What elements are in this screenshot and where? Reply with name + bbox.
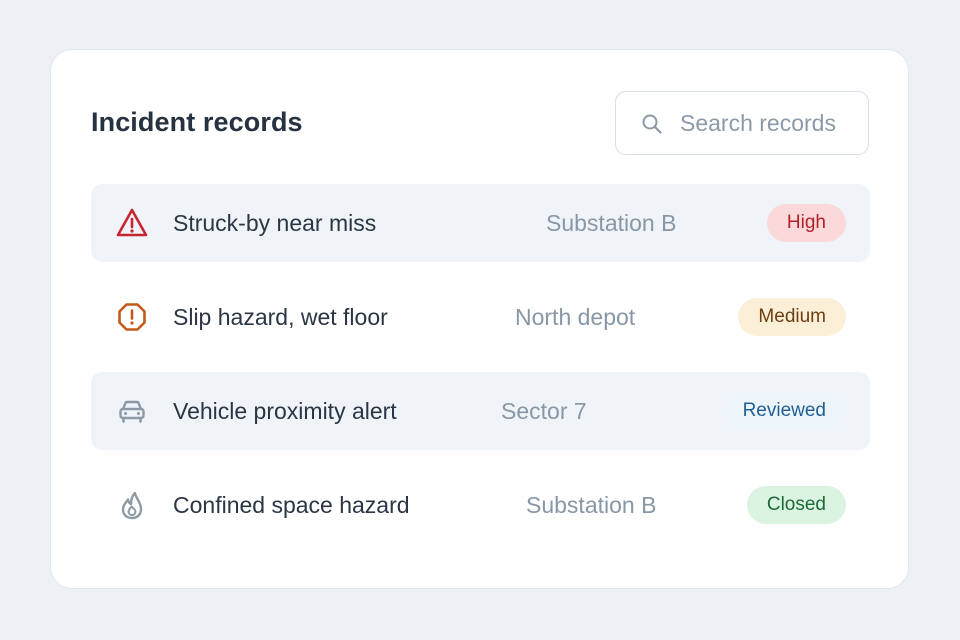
severity-badge: High [766, 204, 846, 242]
panel-title: Incident records [91, 107, 303, 137]
search-icon [640, 112, 664, 136]
incident-name: Struck-by near miss [173, 210, 377, 236]
incident-row[interactable]: Confined space hazard Substation B Close… [91, 466, 870, 544]
incident-name: Confined space hazard [173, 492, 410, 518]
incident-row[interactable]: Struck-by near miss Substation B High [91, 184, 870, 262]
search-box[interactable] [615, 91, 869, 155]
incident-row[interactable]: Slip hazard, wet floor North depot Mediu… [91, 278, 870, 356]
search-input[interactable] [680, 92, 860, 154]
warning-triangle-icon [115, 206, 149, 240]
severity-badge: Closed [746, 486, 846, 524]
flame-icon [115, 488, 149, 522]
incident-list: Struck-by near miss Substation B High Sl… [91, 184, 870, 560]
incident-row[interactable]: Vehicle proximity alert Sector 7 Reviewe… [91, 372, 870, 450]
incident-records-panel: Incident records Struck-by near miss Sub… [50, 49, 909, 589]
severity-badge: Reviewed [722, 392, 846, 430]
car-icon [115, 394, 149, 428]
alert-octagon-icon [115, 300, 149, 334]
incident-location: North depot [515, 304, 636, 330]
severity-badge: Medium [738, 298, 846, 336]
incident-location: Sector 7 [501, 398, 587, 424]
incident-name: Slip hazard, wet floor [173, 304, 388, 330]
incident-location: Substation B [526, 492, 657, 518]
incident-location: Substation B [546, 210, 677, 236]
incident-name: Vehicle proximity alert [173, 398, 397, 424]
